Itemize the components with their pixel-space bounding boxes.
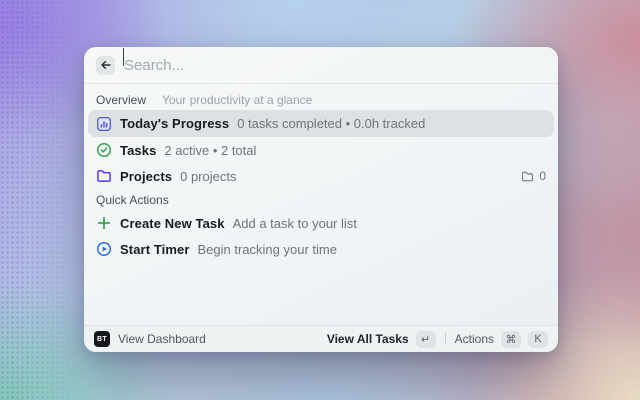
check-circle-icon: [96, 142, 112, 158]
list-item-subtitle: 2 active • 2 total: [164, 143, 256, 158]
actions-button[interactable]: Actions: [455, 332, 494, 346]
list-item-title: Today's Progress: [120, 116, 229, 131]
list-item-create-new-task[interactable]: Create New Task Add a task to your list: [88, 210, 554, 236]
list-item-subtitle: Add a task to your list: [233, 216, 357, 231]
section-title: Quick Actions: [96, 193, 169, 207]
search-field-wrap: [124, 57, 546, 74]
projects-count: 0: [539, 169, 546, 183]
cmd-key-badge[interactable]: ⌘: [501, 331, 521, 348]
view-all-tasks-button[interactable]: View All Tasks: [327, 332, 409, 346]
back-button[interactable]: [96, 56, 115, 75]
list-item-subtitle: 0 projects: [180, 169, 236, 184]
results-list: Overview Your productivity at a glance T…: [84, 84, 558, 325]
background-dot-texture: [0, 0, 84, 400]
list-item-title: Create New Task: [120, 216, 225, 231]
view-dashboard-label[interactable]: View Dashboard: [118, 332, 206, 346]
list-item-subtitle: 0 tasks completed • 0.0h tracked: [237, 116, 425, 131]
plus-icon: [96, 215, 112, 231]
footer-separator: [445, 333, 446, 345]
app-logo-badge: BT: [94, 331, 110, 347]
list-item-title: Tasks: [120, 143, 156, 158]
list-item-tasks[interactable]: Tasks 2 active • 2 total: [88, 137, 554, 163]
footer-bar: BT View Dashboard View All Tasks ↵ Actio…: [84, 325, 558, 352]
k-key-badge[interactable]: K: [528, 331, 548, 348]
bar-chart-icon: [96, 116, 112, 132]
play-circle-icon: [96, 241, 112, 257]
list-item-todays-progress[interactable]: Today's Progress 0 tasks completed • 0.0…: [88, 110, 554, 137]
folder-icon: [96, 168, 112, 184]
list-item-start-timer[interactable]: Start Timer Begin tracking your time: [88, 236, 554, 262]
section-header-overview: Overview Your productivity at a glance: [88, 89, 554, 110]
list-item-title: Projects: [120, 169, 172, 184]
text-caret: [123, 48, 124, 66]
search-input[interactable]: [124, 57, 546, 74]
folder-count-icon: [521, 170, 534, 183]
search-bar: [84, 47, 558, 83]
list-item-projects[interactable]: Projects 0 projects 0: [88, 163, 554, 189]
back-arrow-icon: [100, 59, 112, 71]
footer-actions: View All Tasks ↵ Actions ⌘ K: [327, 331, 548, 348]
projects-count-accessory: 0: [521, 169, 546, 183]
list-item-title: Start Timer: [120, 242, 190, 257]
command-palette-window: Overview Your productivity at a glance T…: [84, 47, 558, 352]
list-item-subtitle: Begin tracking your time: [198, 242, 337, 257]
section-note: Your productivity at a glance: [162, 93, 312, 107]
enter-key-badge[interactable]: ↵: [416, 331, 436, 348]
section-header-quick-actions: Quick Actions: [88, 189, 554, 210]
section-title: Overview: [96, 93, 146, 107]
